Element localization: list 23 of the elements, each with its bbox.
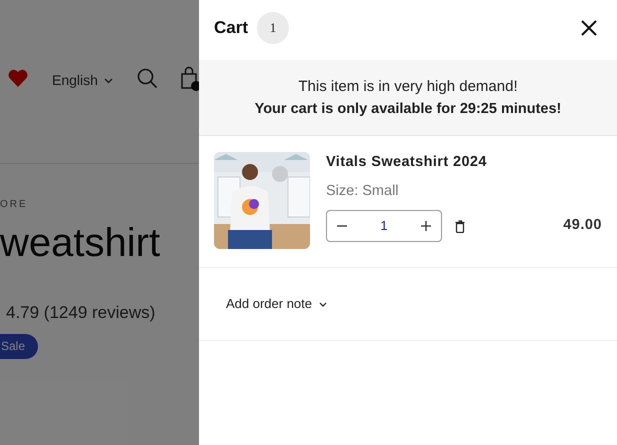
- add-order-note-button[interactable]: Add order note: [226, 268, 617, 340]
- item-price: 49.00: [563, 216, 602, 236]
- product-name: Vitals Sweatshirt 2024: [326, 153, 488, 172]
- shopping-bag-icon[interactable]: [180, 66, 199, 91]
- size-option: Size: Small: [326, 181, 602, 201]
- minus-icon[interactable]: [337, 225, 347, 227]
- vendor-label: ORE: [0, 200, 29, 210]
- timer-text: Your cart is only available for 29:25 minutes!: [254, 100, 562, 118]
- search-icon[interactable]: [137, 68, 158, 89]
- cart-title: Cart: [214, 17, 248, 40]
- plus-icon[interactable]: [420, 221, 431, 231]
- trash-icon[interactable]: [455, 220, 465, 232]
- chevron-down-icon: [104, 78, 113, 84]
- chevron-down-icon: [319, 302, 328, 306]
- quantity-value[interactable]: 1: [380, 216, 388, 236]
- cart-count-badge: 1: [257, 12, 290, 44]
- quantity-stepper[interactable]: 1: [326, 210, 442, 242]
- rating-text: 4.79 (1249 reviews): [6, 302, 156, 324]
- notice-text: This item is in very high demand!: [298, 76, 518, 96]
- sale-badge: Sale: [0, 334, 38, 358]
- heart-icon[interactable]: [8, 69, 28, 87]
- close-icon[interactable]: [581, 20, 597, 36]
- language-selector[interactable]: English: [52, 70, 113, 91]
